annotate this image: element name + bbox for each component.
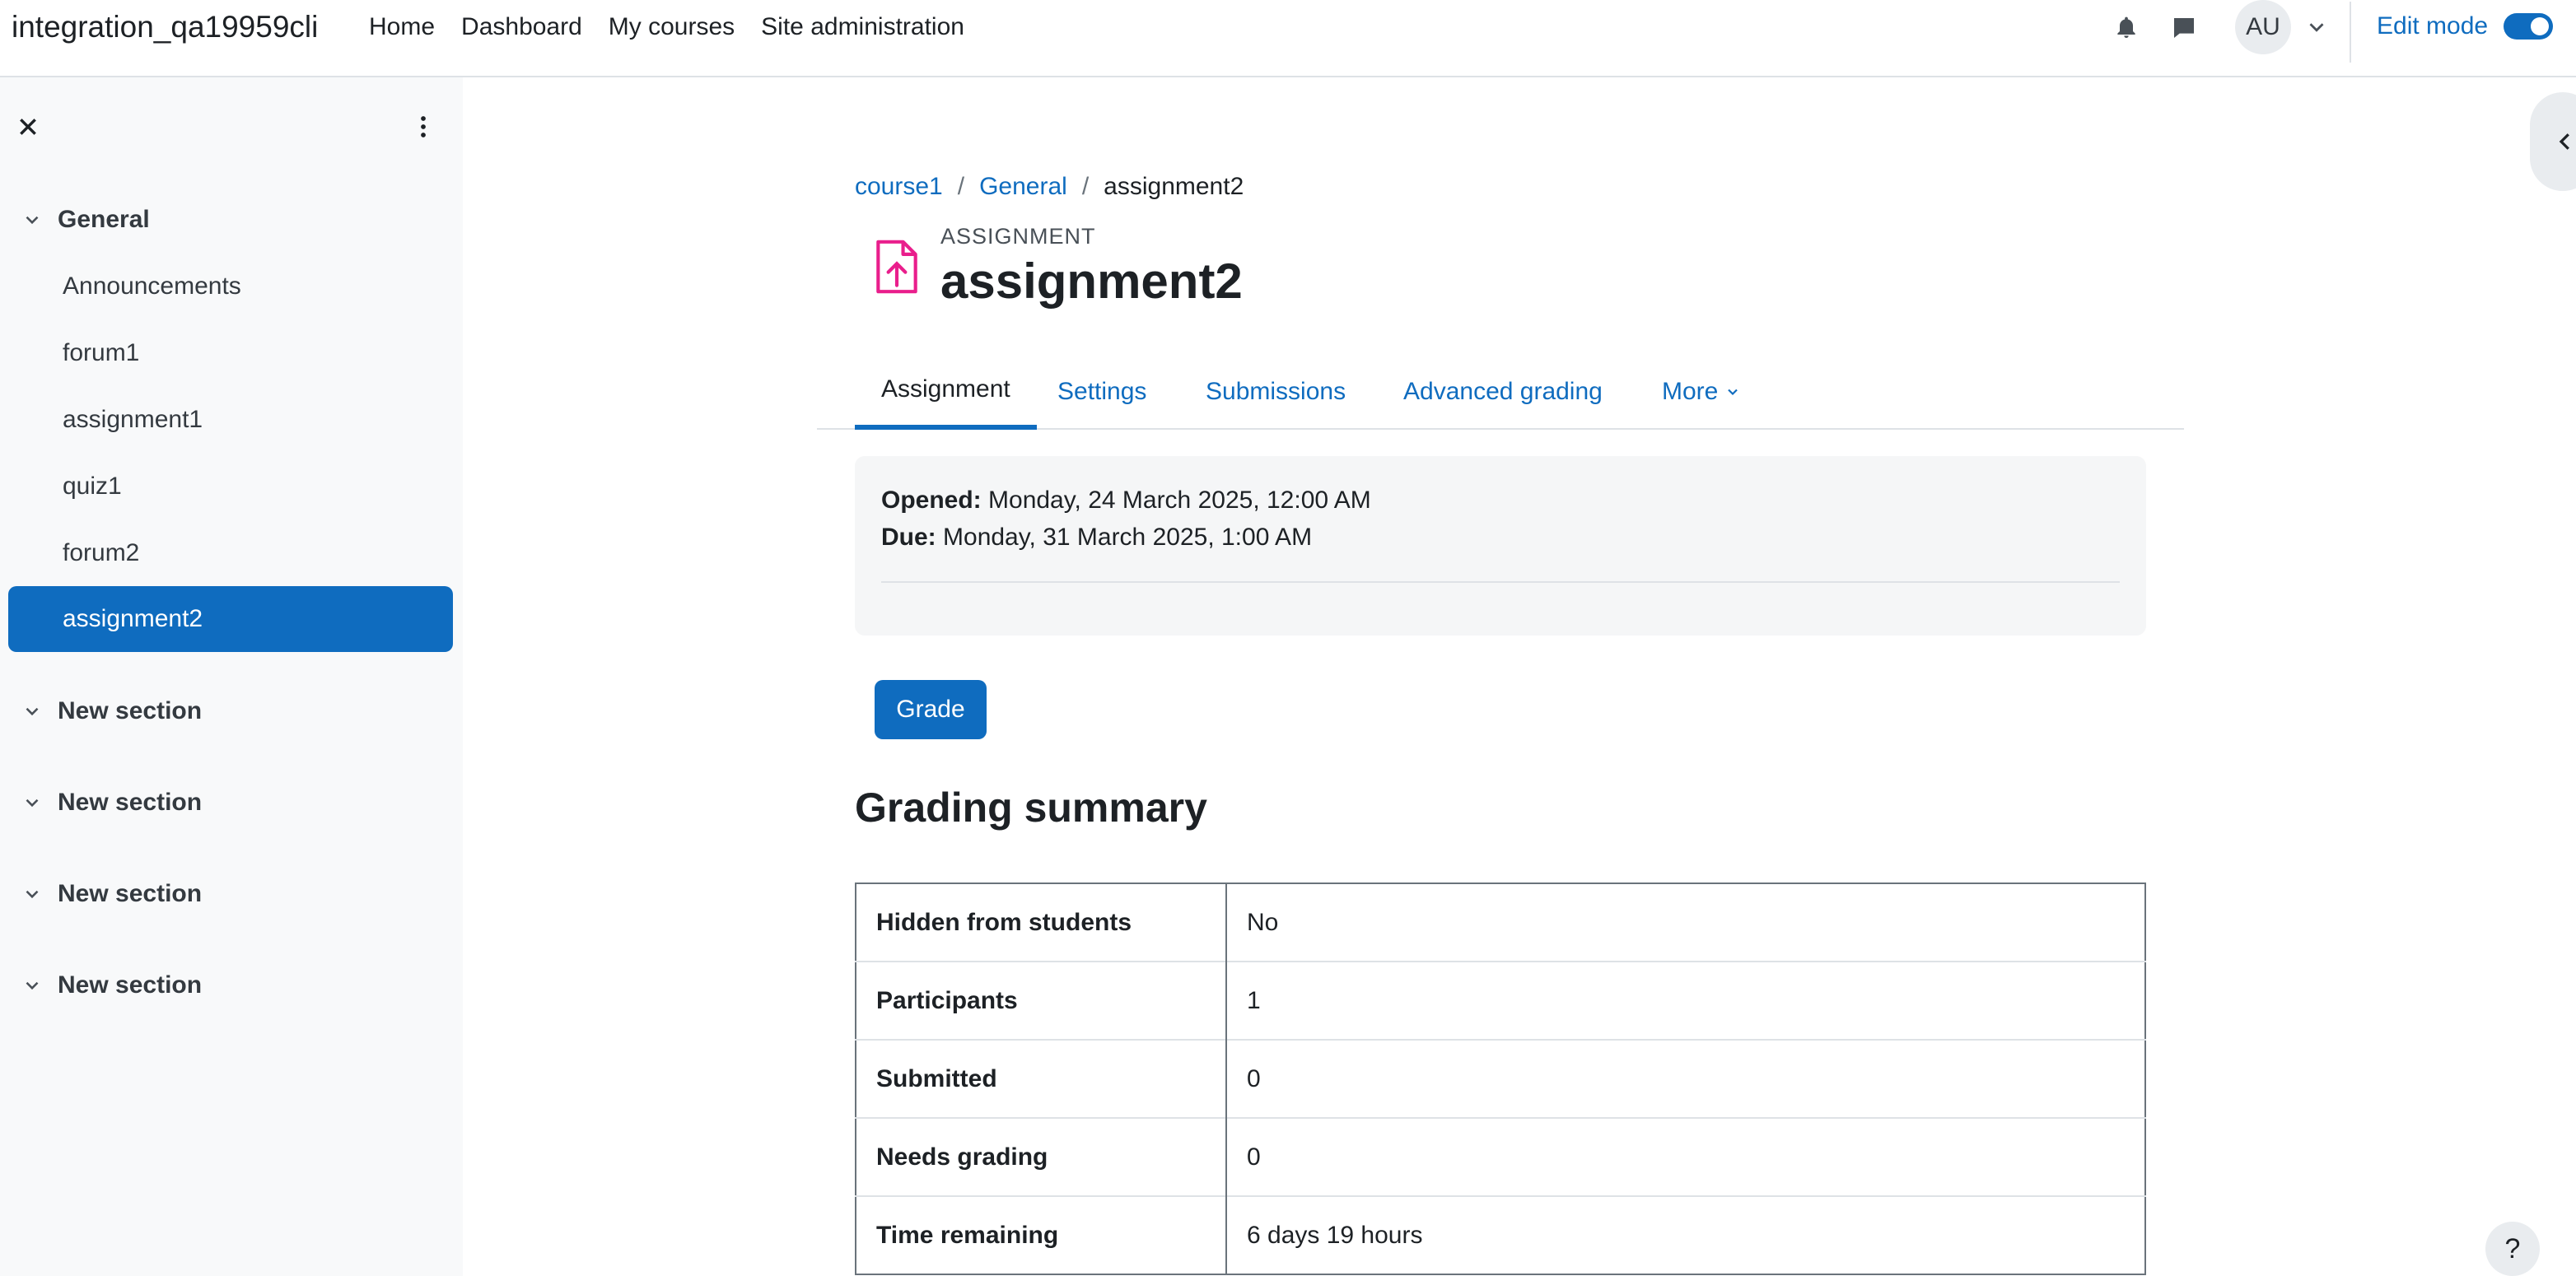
due-label: Due: bbox=[881, 524, 936, 551]
toggle-knob bbox=[2531, 17, 2549, 35]
drawer-item-forum1[interactable]: forum1 bbox=[8, 320, 453, 386]
bell-icon bbox=[2117, 16, 2135, 38]
activity-dates: Opened: Monday, 24 March 2025, 12:00 AM … bbox=[855, 456, 2146, 636]
edit-mode-toggle[interactable] bbox=[2504, 13, 2553, 40]
tab-submissions[interactable]: Submissions bbox=[1179, 354, 1372, 430]
close-icon bbox=[20, 119, 36, 135]
user-avatar[interactable]: AU bbox=[2235, 0, 2291, 54]
chevron-down-icon[interactable] bbox=[21, 975, 43, 996]
tab-more-label: More bbox=[1662, 378, 1719, 405]
opened-value: Monday, 24 March 2025, 12:00 AM bbox=[988, 487, 1371, 514]
section-title: New section bbox=[58, 971, 203, 999]
site-name[interactable]: integration_qa19959cli bbox=[12, 7, 318, 48]
navbar-divider bbox=[2350, 2, 2351, 63]
table-row: Time remaining 6 days 19 hours bbox=[856, 1195, 2145, 1274]
secondary-navigation-tabs: Assignment Settings Submissions Advanced… bbox=[817, 354, 2184, 430]
drawer-item-quiz1[interactable]: quiz1 bbox=[8, 454, 453, 519]
drawer-item-forum2[interactable]: forum2 bbox=[8, 520, 453, 586]
nav-my-courses[interactable]: My courses bbox=[609, 13, 735, 41]
help-button[interactable]: ? bbox=[2485, 1222, 2540, 1276]
chevron-down-icon[interactable] bbox=[21, 883, 43, 905]
opened-label: Opened: bbox=[881, 487, 982, 514]
section-new-1[interactable]: New section bbox=[21, 691, 202, 732]
chevron-down-icon[interactable] bbox=[21, 792, 43, 813]
nav-dashboard[interactable]: Dashboard bbox=[461, 13, 582, 41]
opened-date: Opened: Monday, 24 March 2025, 12:00 AM bbox=[881, 482, 1371, 519]
grade-button[interactable]: Grade bbox=[875, 680, 987, 739]
section-general[interactable]: General bbox=[21, 199, 150, 240]
drawer-item-announcements[interactable]: Announcements bbox=[8, 254, 453, 319]
primary-navigation: Home Dashboard My courses Site administr… bbox=[369, 7, 991, 48]
table-row: Hidden from students No bbox=[856, 883, 2145, 962]
breadcrumb: course1 / General / assignment2 bbox=[855, 168, 1244, 206]
row-value: No bbox=[1247, 908, 1279, 936]
close-drawer-button[interactable] bbox=[12, 110, 44, 143]
row-value: 1 bbox=[1226, 961, 2145, 1040]
page-title: assignment2 bbox=[940, 254, 1243, 309]
tab-more[interactable]: More bbox=[1636, 354, 1767, 430]
breadcrumb-course1[interactable]: course1 bbox=[855, 168, 943, 206]
help-icon: ? bbox=[2504, 1232, 2521, 1264]
table-row: Needs grading 0 bbox=[856, 1117, 2145, 1196]
row-value: 6 days 19 hours bbox=[1226, 1195, 2145, 1274]
drawer-options-button[interactable] bbox=[407, 110, 440, 143]
breadcrumb-separator: / bbox=[1081, 173, 1090, 200]
chevron-down-icon[interactable] bbox=[21, 701, 43, 722]
row-label: Time remaining bbox=[856, 1195, 1227, 1274]
tab-assignment[interactable]: Assignment bbox=[855, 354, 1037, 430]
notifications-button[interactable] bbox=[2110, 12, 2143, 44]
section-new-4[interactable]: New section bbox=[21, 965, 202, 1006]
table-row: Submitted 0 bbox=[856, 1039, 2145, 1118]
drawer-item-assignment2[interactable]: assignment2 bbox=[8, 586, 453, 652]
section-new-3[interactable]: New section bbox=[21, 873, 202, 915]
drawer-item-assignment1[interactable]: assignment1 bbox=[8, 387, 453, 453]
row-label: Hidden from students bbox=[856, 883, 1227, 962]
grading-summary-heading: Grading summary bbox=[855, 785, 1207, 831]
breadcrumb-separator: / bbox=[957, 173, 965, 200]
grading-summary-table: Hidden from students No Participants 1 S… bbox=[855, 882, 2146, 1275]
section-title: New section bbox=[58, 880, 203, 907]
chevron-down-icon bbox=[1728, 389, 1738, 396]
nav-home[interactable]: Home bbox=[369, 13, 435, 41]
chevron-left-icon bbox=[2559, 133, 2569, 150]
open-block-drawer-button[interactable] bbox=[2530, 92, 2576, 191]
section-title: General bbox=[58, 206, 150, 233]
due-value: Monday, 31 March 2025, 1:00 AM bbox=[943, 524, 1313, 551]
kebab-icon bbox=[421, 116, 426, 137]
chevron-down-icon[interactable] bbox=[2304, 15, 2329, 40]
course-index-drawer: General Announcements forum1 assignment1… bbox=[0, 77, 463, 1276]
upload-file-icon bbox=[876, 240, 917, 294]
row-label: Needs grading bbox=[856, 1117, 1227, 1196]
breadcrumb-general[interactable]: General bbox=[979, 168, 1067, 206]
section-title: New section bbox=[58, 789, 203, 816]
breadcrumb-current: assignment2 bbox=[1104, 173, 1244, 200]
edit-mode-label[interactable]: Edit mode bbox=[2377, 8, 2488, 44]
messages-button[interactable] bbox=[2168, 12, 2200, 44]
tab-advanced-grading[interactable]: Advanced grading bbox=[1377, 354, 1629, 430]
due-date: Due: Monday, 31 March 2025, 1:00 AM bbox=[881, 519, 1312, 556]
row-value: 0 bbox=[1226, 1117, 2145, 1196]
chevron-down-icon[interactable] bbox=[21, 209, 43, 231]
divider bbox=[881, 581, 2120, 583]
section-title: New section bbox=[58, 697, 203, 724]
table-row: Participants 1 bbox=[856, 961, 2145, 1040]
nav-site-administration[interactable]: Site administration bbox=[761, 13, 964, 41]
activity-type-label: ASSIGNMENT bbox=[940, 224, 1096, 249]
top-navbar: integration_qa19959cli Home Dashboard My… bbox=[0, 0, 2576, 77]
row-value: 0 bbox=[1226, 1039, 2145, 1118]
chat-icon bbox=[2174, 18, 2194, 38]
section-new-2[interactable]: New section bbox=[21, 782, 202, 823]
row-label: Submitted bbox=[856, 1039, 1227, 1118]
row-label: Participants bbox=[856, 961, 1227, 1040]
tab-settings[interactable]: Settings bbox=[1031, 354, 1173, 430]
